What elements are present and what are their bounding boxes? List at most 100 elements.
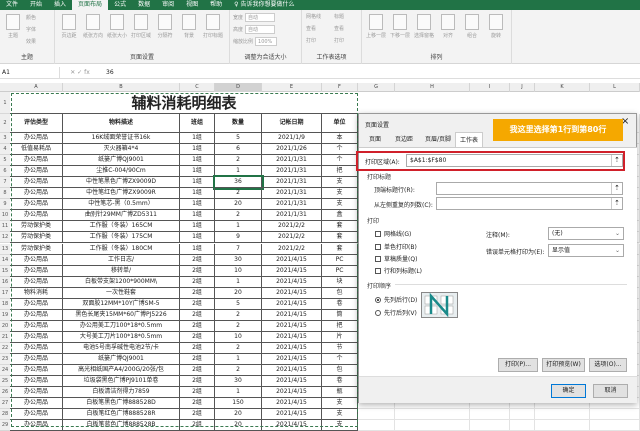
- cell-A10[interactable]: 办公用品: [10, 210, 63, 221]
- cell-F22[interactable]: 节: [322, 343, 358, 354]
- cell-F13[interactable]: 套: [322, 244, 358, 255]
- height-select[interactable]: 自动: [245, 25, 275, 34]
- cell-A22[interactable]: 办公用品: [10, 343, 63, 354]
- rotate-button[interactable]: 旋转: [485, 14, 507, 39]
- row-col-headings-checkbox[interactable]: 行和列标题(L): [375, 266, 422, 275]
- sheet-title[interactable]: 辅料消耗明细表: [10, 92, 358, 114]
- column-header-I[interactable]: I: [470, 83, 510, 92]
- align-button[interactable]: 对齐: [437, 14, 459, 39]
- cell-B18[interactable]: 双面胶12MM*10Y广博SM-5: [63, 299, 180, 310]
- cell-A28[interactable]: 办公用品: [10, 409, 63, 420]
- cell-B28[interactable]: 白板笔红色广博888528R: [63, 409, 180, 420]
- print-area-button[interactable]: 打印区域: [130, 14, 152, 39]
- collapse-icon[interactable]: ⇡: [611, 155, 622, 166]
- cell-E3[interactable]: 2021/1/9: [262, 133, 322, 144]
- column-header-D[interactable]: D: [215, 83, 262, 92]
- cell-F28[interactable]: 支: [322, 409, 358, 420]
- cell-L28[interactable]: [590, 409, 640, 420]
- cell-A6[interactable]: 办公用品: [10, 166, 63, 177]
- cell-I28[interactable]: [470, 409, 510, 420]
- print-button[interactable]: 打印(P)...: [498, 358, 538, 372]
- tab-home[interactable]: 开始: [24, 0, 48, 10]
- cell-E21[interactable]: 2021/4/15: [262, 332, 322, 343]
- cell-B17[interactable]: 一次性鞋套: [63, 288, 180, 299]
- tab-help[interactable]: 帮助: [204, 0, 228, 10]
- cell-F11[interactable]: 套: [322, 221, 358, 232]
- cell-A16[interactable]: 办公用品: [10, 277, 63, 288]
- cell-E11[interactable]: 2021/2/2: [262, 221, 322, 232]
- row-number[interactable]: 19: [0, 310, 10, 321]
- headings-view-checkbox[interactable]: 查看: [334, 25, 344, 32]
- cell-E16[interactable]: 2021/4/15: [262, 277, 322, 288]
- cell-C26[interactable]: 2组: [180, 387, 215, 398]
- cell-E14[interactable]: 2021/4/15: [262, 255, 322, 266]
- cell-E25[interactable]: 2021/4/15: [262, 376, 322, 387]
- row-number[interactable]: 18: [0, 299, 10, 310]
- size-button[interactable]: 纸张大小: [106, 14, 128, 39]
- cell-A8[interactable]: 办公用品: [10, 188, 63, 199]
- cell-C2[interactable]: 班组: [180, 114, 215, 133]
- cell-C29[interactable]: 2组: [180, 420, 215, 431]
- row-number[interactable]: 23: [0, 354, 10, 365]
- row-number[interactable]: 4: [0, 144, 10, 155]
- comments-select[interactable]: (无)⌄: [548, 227, 624, 240]
- cell-B15[interactable]: 移转单/: [63, 266, 180, 277]
- cell-B25[interactable]: 垃圾袋黑色广博PJ9101单卷: [63, 376, 180, 387]
- breaks-button[interactable]: 分隔符: [154, 14, 176, 39]
- cell-A2[interactable]: 评估类型: [10, 114, 63, 133]
- cell-D28[interactable]: 20: [215, 409, 262, 420]
- cell-D18[interactable]: 5: [215, 299, 262, 310]
- cell-E28[interactable]: 2021/4/15: [262, 409, 322, 420]
- tab-page-layout[interactable]: 页面布局: [72, 0, 108, 10]
- cell-B16[interactable]: 白板带支架1200*900MM\: [63, 277, 180, 288]
- cell-D5[interactable]: 2: [215, 155, 262, 166]
- cell-B22[interactable]: 电池5号南孚碱性电池2节/卡: [63, 343, 180, 354]
- cell-D8[interactable]: 2: [215, 188, 262, 199]
- cell-D3[interactable]: 5: [215, 133, 262, 144]
- row-number[interactable]: 2: [0, 114, 10, 133]
- row-number[interactable]: 14: [0, 255, 10, 266]
- top-rows-input[interactable]: ⇡: [436, 182, 623, 195]
- row-number[interactable]: 21: [0, 332, 10, 343]
- cell-C21[interactable]: 2组: [180, 332, 215, 343]
- cell-D17[interactable]: 20: [215, 288, 262, 299]
- cell-A3[interactable]: 办公用品: [10, 133, 63, 144]
- cell-F2[interactable]: 单位: [322, 114, 358, 133]
- cell-C17[interactable]: 2组: [180, 288, 215, 299]
- cell-E20[interactable]: 2021/4/15: [262, 321, 322, 332]
- cell-C5[interactable]: 1组: [180, 155, 215, 166]
- cell-A9[interactable]: 办公用品: [10, 199, 63, 210]
- row-number[interactable]: 3: [0, 133, 10, 144]
- cell-F19[interactable]: 筒: [322, 310, 358, 321]
- cancel-button[interactable]: 取消: [593, 384, 628, 398]
- tab-data[interactable]: 数据: [132, 0, 156, 10]
- cell-E26[interactable]: 2021/4/15: [262, 387, 322, 398]
- cell-B13[interactable]: 工作服（冬装）180CM: [63, 244, 180, 255]
- cell-A29[interactable]: 办公用品: [10, 420, 63, 431]
- cell-A12[interactable]: 劳动保护类: [10, 232, 63, 243]
- row-number[interactable]: 22: [0, 343, 10, 354]
- cell-D4[interactable]: 6: [215, 144, 262, 155]
- cell-D29[interactable]: 20: [215, 420, 262, 431]
- tab-sheet[interactable]: 工作表: [455, 132, 483, 147]
- cell-D15[interactable]: 10: [215, 266, 262, 277]
- cell-C18[interactable]: 2组: [180, 299, 215, 310]
- cell-E18[interactable]: 2021/4/15: [262, 299, 322, 310]
- colors-button[interactable]: 颜色: [26, 14, 36, 21]
- cell-F12[interactable]: 套: [322, 232, 358, 243]
- cell-C20[interactable]: 2组: [180, 321, 215, 332]
- formula-buttons[interactable]: ✕ ✓ fx: [60, 69, 100, 76]
- cell-D26[interactable]: 1: [215, 387, 262, 398]
- cell-C9[interactable]: 1组: [180, 199, 215, 210]
- column-header-K[interactable]: K: [535, 83, 590, 92]
- cell-C7[interactable]: 1组: [180, 177, 215, 188]
- cell-C8[interactable]: 1组: [180, 188, 215, 199]
- row-number[interactable]: 16: [0, 277, 10, 288]
- cell-B6[interactable]: 尘推C-004/90Cm: [63, 166, 180, 177]
- cell-J28[interactable]: [510, 409, 535, 420]
- cell-D22[interactable]: 2: [215, 343, 262, 354]
- cell-F3[interactable]: 本: [322, 133, 358, 144]
- row-number[interactable]: 1: [0, 92, 10, 114]
- cell-C4[interactable]: 1组: [180, 144, 215, 155]
- cell-F26[interactable]: 瓶: [322, 387, 358, 398]
